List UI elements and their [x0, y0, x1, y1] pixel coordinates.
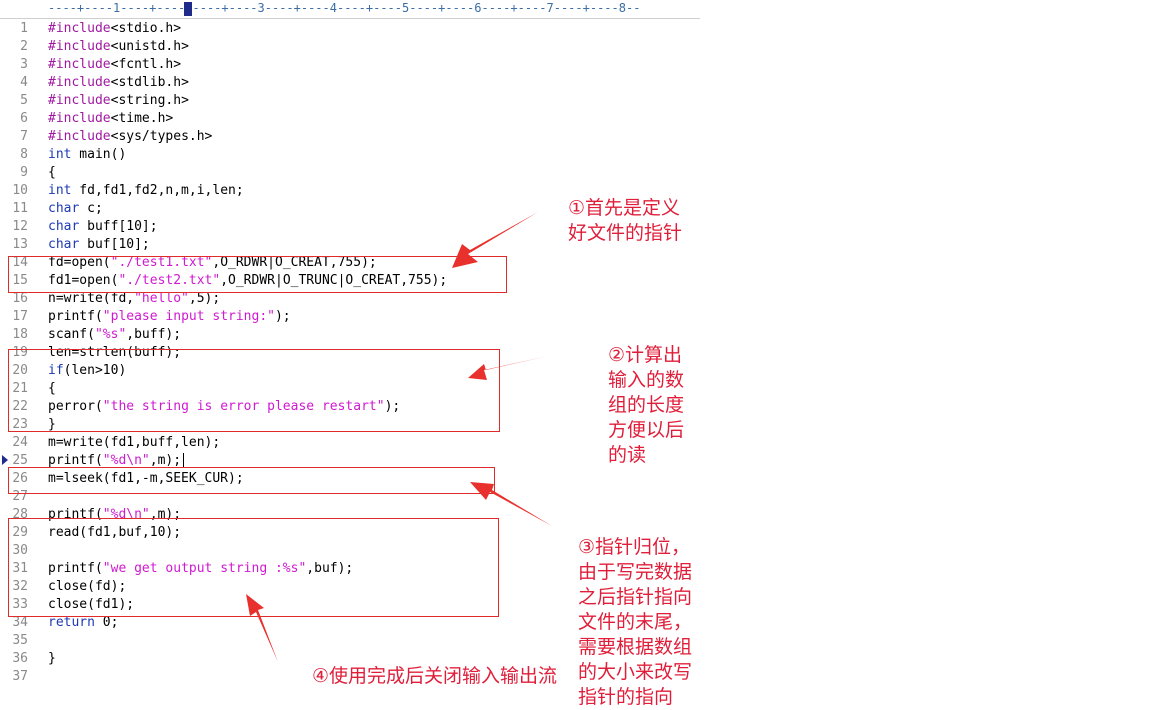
- arrow-4-icon: [246, 594, 278, 662]
- annotation-note-1: ①首先是定义 好文件的指针: [568, 197, 683, 244]
- arrow-3-icon: [470, 482, 552, 526]
- arrow-1-icon: [452, 212, 538, 268]
- annotation-note-3: ③指针归位， 由于写完数据 之后指针指向 文件的末尾， 需要根据数组 的大小来改…: [578, 536, 693, 708]
- annotation-note-4: ④使用完成后关闭输入输出流: [312, 665, 558, 687]
- annotation-arrows: [246, 212, 552, 662]
- arrow-2-icon: [468, 356, 548, 380]
- annotation-note-2: ②计算出 输入的数 组的长度 方便以后 的读: [608, 344, 685, 466]
